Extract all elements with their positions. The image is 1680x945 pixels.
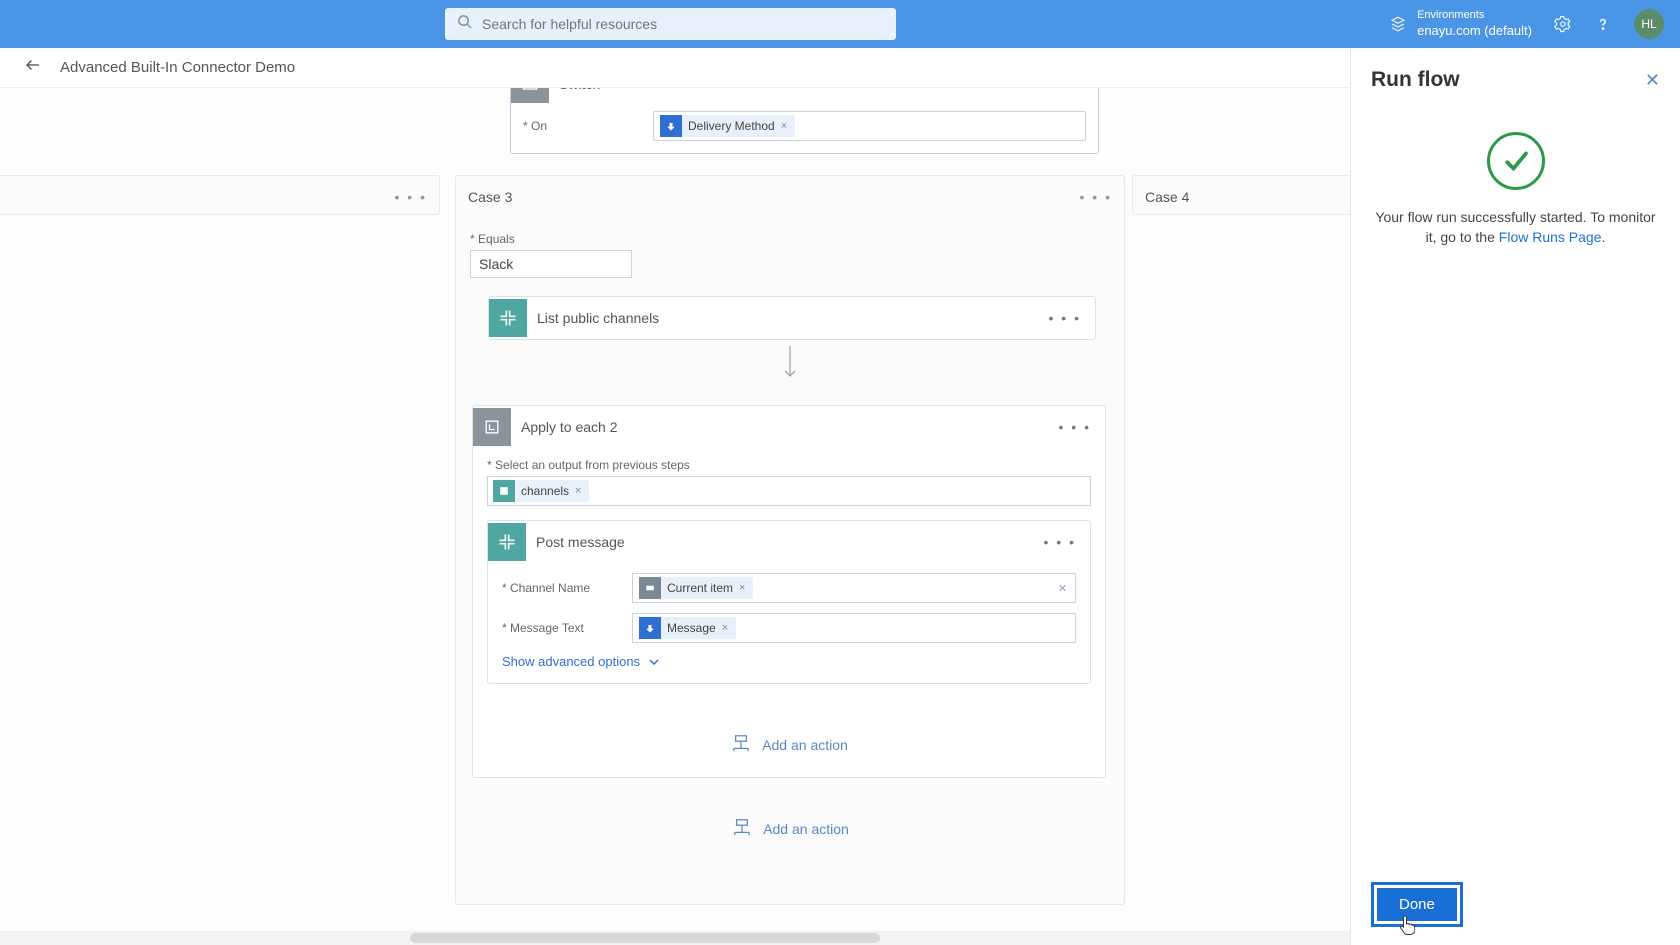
add-action-outer[interactable]: Add an action [470,818,1110,839]
gear-icon[interactable] [1554,15,1572,33]
equals-label: Equals [470,232,1110,246]
close-icon[interactable]: ✕ [1645,70,1660,91]
search-box[interactable] [445,8,896,40]
post-title: Post message [526,534,1030,550]
case4-title: Case 4 [1145,189,1189,205]
list-channels-menu-icon[interactable]: • • • [1035,310,1095,326]
topbar: Environments enayu.com (default) HL [0,0,1680,48]
add-action-icon [730,734,752,755]
apply-header[interactable]: Apply to each 2 • • • [473,406,1105,448]
current-item-token[interactable]: Current item × [639,577,753,599]
case3-header[interactable]: Case 3 • • • [456,176,1124,218]
add-action-icon [731,818,753,839]
select-output-label: Select an output from previous steps [487,458,1091,472]
back-arrow-icon[interactable] [24,56,42,79]
token-remove-icon[interactable]: × [575,485,581,497]
run-flow-message: Your flow run successfully started. To m… [1371,208,1660,247]
environment-label: Environments [1417,8,1532,22]
flow-runs-link[interactable]: Flow Runs Page [1499,229,1602,245]
slack-icon [489,299,527,337]
advanced-label: Show advanced options [502,654,640,669]
token-label: Message [667,621,716,635]
done-button[interactable]: Done [1377,888,1457,921]
switch-on-input[interactable]: Delivery Method × [653,111,1086,141]
token-icon [639,577,661,599]
case3-card[interactable]: Case 3 • • • Equals List public channels… [455,175,1125,905]
avatar[interactable]: HL [1634,9,1664,39]
case3-body: Equals List public channels • • • [456,218,1124,853]
token-icon [493,480,515,502]
equals-input-field[interactable] [479,256,623,272]
channel-name-input[interactable]: Current item × × [632,573,1076,603]
equals-input[interactable] [470,250,632,278]
token-label: Current item [667,581,733,595]
arrow-down-icon [470,346,1110,387]
case3-menu-icon[interactable]: • • • [1080,189,1112,205]
message-text-input[interactable]: Message × [632,613,1076,643]
switch-title: Switch [549,88,1038,92]
clear-icon[interactable]: × [1058,580,1067,597]
case-left-menu-icon[interactable]: • • • [395,189,427,205]
environment-icon [1389,15,1407,33]
add-action-inner[interactable]: Add an action [487,734,1091,755]
token-icon [660,115,682,137]
message-text-label: Message Text [502,621,632,635]
post-menu-icon[interactable]: • • • [1030,534,1090,550]
help-icon[interactable] [1594,15,1612,33]
token-remove-icon[interactable]: × [781,120,787,132]
token-label: channels [521,484,569,498]
environment-text: Environments enayu.com (default) [1417,8,1532,39]
case3-title: Case 3 [468,189,512,205]
topbar-right: Environments enayu.com (default) HL [1389,8,1664,39]
run-flow-title: Run flow [1371,68,1460,92]
message-token[interactable]: Message × [639,617,736,639]
switch-card[interactable]: Switch • • • On Delivery Method × [510,88,1099,154]
search-input[interactable] [482,16,884,32]
apply-menu-icon[interactable]: • • • [1045,419,1105,435]
environment-picker[interactable]: Environments enayu.com (default) [1389,8,1532,39]
show-advanced-options[interactable]: Show advanced options [502,654,660,669]
select-output-input[interactable]: channels × [487,476,1091,506]
switch-menu-icon[interactable]: • • • [1038,88,1098,92]
token-icon [639,617,661,639]
channels-token[interactable]: channels × [493,480,589,502]
post-message-card[interactable]: Post message • • • Channel Name [487,520,1091,684]
list-channels-title: List public channels [527,310,1035,326]
apply-to-each-card[interactable]: Apply to each 2 • • • Select an output f… [472,405,1106,778]
environment-name: enayu.com (default) [1417,23,1532,40]
delivery-method-token[interactable]: Delivery Method × [660,115,795,137]
token-remove-icon[interactable]: × [739,582,745,594]
done-button-focus-ring: Done [1371,882,1463,927]
slack-icon [488,523,526,561]
switch-on-label: On [523,119,643,133]
switch-icon [511,88,549,103]
flow-title: Advanced Built-In Connector Demo [60,59,295,76]
case-left-stub[interactable]: • • • [0,175,440,215]
switch-body: On Delivery Method × [511,103,1098,153]
apply-title: Apply to each 2 [511,419,1045,435]
scrollbar-thumb[interactable] [410,933,880,943]
checkmark-icon [1487,132,1545,190]
run-flow-panel: Run flow ✕ Your flow run successfully st… [1350,48,1680,945]
list-channels-card[interactable]: List public channels • • • [488,296,1096,340]
token-remove-icon[interactable]: × [722,622,728,634]
post-header[interactable]: Post message • • • [488,521,1090,563]
add-action-label: Add an action [762,737,848,753]
search-icon [457,14,472,34]
channel-name-label: Channel Name [502,581,632,595]
add-action-label: Add an action [763,821,849,837]
run-msg-post: . [1602,229,1606,245]
loop-icon [473,408,511,446]
token-label: Delivery Method [688,119,775,133]
switch-header[interactable]: Switch • • • [511,88,1098,103]
